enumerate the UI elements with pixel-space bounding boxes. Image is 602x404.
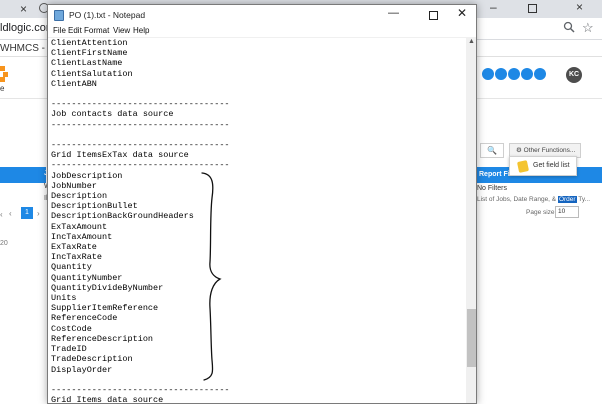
handdrawn-brace-annotation	[201, 172, 222, 381]
screen: × – × ldlogic.com.a ☆ WHMCS - Login e KC…	[0, 0, 602, 404]
